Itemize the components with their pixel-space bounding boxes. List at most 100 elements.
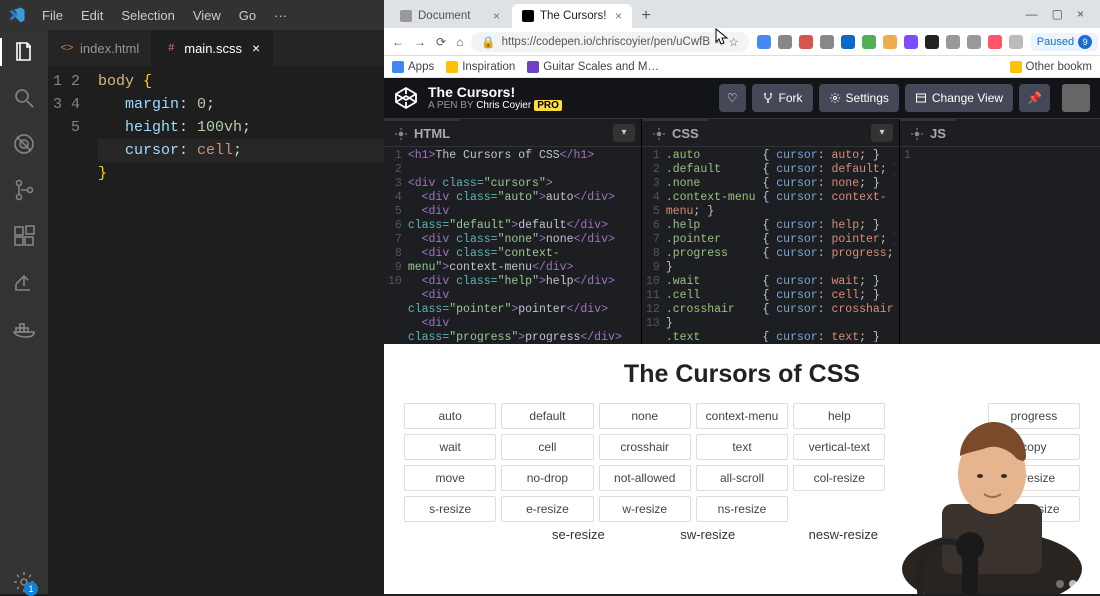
menu-more[interactable]: ··· bbox=[266, 6, 295, 25]
vscode-window: File Edit Selection View Go ··· 1 <>inde… bbox=[0, 0, 384, 594]
star-icon[interactable]: ☆ bbox=[728, 35, 738, 49]
gear-icon[interactable] bbox=[652, 127, 666, 141]
bookmark-other[interactable]: Other bookm bbox=[1010, 61, 1092, 73]
cursor-cell[interactable]: w-resize bbox=[599, 496, 691, 522]
heart-button[interactable]: ♡ bbox=[719, 84, 746, 112]
css-editor[interactable]: 1 2 3 4 5 6 7 8 9 10 11 12 13 .auto { cu… bbox=[642, 147, 899, 344]
extensions-icon[interactable] bbox=[12, 224, 36, 248]
scan-icon[interactable]: ⌕ bbox=[716, 35, 722, 48]
url-input[interactable]: 🔒 https://codepen.io/chriscoyier/pen/uCw… bbox=[471, 32, 748, 52]
cursor-cell[interactable]: n-resize bbox=[988, 465, 1080, 491]
menu-edit[interactable]: Edit bbox=[73, 6, 111, 25]
extension-icon[interactable] bbox=[904, 35, 918, 49]
chrome-tab-cursors[interactable]: The Cursors!× bbox=[512, 4, 632, 28]
change-view-button[interactable]: Change View bbox=[905, 84, 1013, 112]
gear-icon[interactable] bbox=[394, 127, 408, 141]
js-editor[interactable]: 1 bbox=[900, 147, 1100, 344]
source-control-icon[interactable] bbox=[12, 178, 36, 202]
extension-icon[interactable] bbox=[1009, 35, 1023, 49]
cursor-cell[interactable]: wait bbox=[404, 434, 496, 460]
extension-icon[interactable] bbox=[946, 35, 960, 49]
menu-view[interactable]: View bbox=[185, 6, 229, 25]
chevron-down-icon[interactable]: ▾ bbox=[871, 124, 893, 142]
maximize-button[interactable]: ▢ bbox=[1052, 7, 1063, 21]
extension-icon[interactable] bbox=[988, 35, 1002, 49]
menu-file[interactable]: File bbox=[34, 6, 71, 25]
extension-icon[interactable] bbox=[841, 35, 855, 49]
cursor-cell[interactable]: progress bbox=[988, 403, 1080, 429]
cursor-cell[interactable]: context-menu bbox=[696, 403, 788, 429]
pin-button[interactable]: 📌 bbox=[1019, 84, 1050, 112]
extension-icon[interactable] bbox=[820, 35, 834, 49]
cursor-cell[interactable]: cell bbox=[501, 434, 593, 460]
chrome-tab-document[interactable]: Document× bbox=[390, 4, 510, 28]
home-button[interactable]: ⌂ bbox=[456, 35, 463, 49]
pen-title: The Cursors! bbox=[428, 85, 562, 100]
cursor-cell[interactable]: nesw-resize bbox=[809, 527, 932, 542]
bookmark-apps[interactable]: Apps bbox=[392, 61, 434, 73]
gear-icon[interactable] bbox=[910, 127, 924, 141]
close-button[interactable]: × bbox=[1077, 7, 1084, 21]
search-icon[interactable] bbox=[12, 86, 36, 110]
cursor-cell[interactable]: ns-resize bbox=[696, 496, 788, 522]
extension-icon[interactable] bbox=[778, 35, 792, 49]
extension-icon[interactable] bbox=[799, 35, 813, 49]
new-tab-button[interactable]: + bbox=[634, 4, 658, 28]
close-icon[interactable]: × bbox=[615, 9, 622, 23]
cursor-cell[interactable]: help bbox=[793, 403, 885, 429]
extension-icon[interactable] bbox=[925, 35, 939, 49]
cursor-cell[interactable]: sw-resize bbox=[680, 527, 803, 542]
cursor-cell[interactable]: se-resize bbox=[552, 527, 675, 542]
cursor-grid: auto default none context-menu help prog… bbox=[404, 403, 1080, 522]
bookmark-guitar[interactable]: Guitar Scales and M… bbox=[527, 61, 659, 73]
profile-paused-badge[interactable]: Paused9 bbox=[1031, 33, 1098, 51]
cursor-cell[interactable]: all-scroll bbox=[696, 465, 788, 491]
chevron-down-icon[interactable]: ▾ bbox=[613, 124, 635, 142]
extension-icon[interactable] bbox=[883, 35, 897, 49]
cursor-cell[interactable]: copy bbox=[988, 434, 1080, 460]
cursor-cell[interactable]: col-resize bbox=[793, 465, 885, 491]
cursor-cell[interactable]: s-resize bbox=[404, 496, 496, 522]
gear-icon bbox=[829, 92, 841, 104]
cursor-cell[interactable]: e-resize bbox=[501, 496, 593, 522]
cursor-cell[interactable]: no-drop bbox=[501, 465, 593, 491]
minimize-button[interactable]: — bbox=[1026, 7, 1038, 21]
extension-icon[interactable] bbox=[967, 35, 981, 49]
cursor-cell[interactable]: vertical-text bbox=[793, 434, 885, 460]
reload-button[interactable]: ⟳ bbox=[436, 35, 446, 49]
user-avatar[interactable] bbox=[1062, 84, 1090, 112]
html-editor[interactable]: 1 2 3 4 5 6 7 8 9 10 <h1>The Cursors of … bbox=[384, 147, 641, 344]
close-icon[interactable]: × bbox=[493, 9, 500, 23]
extension-icon[interactable] bbox=[862, 35, 876, 49]
tab-main-scss[interactable]: #main.scss× bbox=[152, 30, 273, 66]
docker-icon[interactable] bbox=[12, 316, 36, 340]
cursor-cell[interactable]: not-allowed bbox=[599, 465, 691, 491]
code-content[interactable]: body { margin: 0; height: 100vh; cursor:… bbox=[98, 70, 384, 594]
menu-selection[interactable]: Selection bbox=[113, 6, 182, 25]
menu-go[interactable]: Go bbox=[231, 6, 264, 25]
output-title: The Cursors of CSS bbox=[404, 360, 1080, 389]
fork-icon bbox=[762, 92, 774, 104]
forward-button[interactable]: → bbox=[414, 35, 426, 49]
share-icon[interactable] bbox=[12, 270, 36, 294]
cursor-cell[interactable]: nw-resize bbox=[988, 496, 1080, 522]
settings-gear-icon[interactable]: 1 bbox=[12, 570, 36, 594]
cursor-cell[interactable]: move bbox=[404, 465, 496, 491]
cursor-cell[interactable]: crosshair bbox=[599, 434, 691, 460]
tab-index-html[interactable]: <>index.html bbox=[48, 30, 152, 66]
cursor-cell[interactable]: text bbox=[696, 434, 788, 460]
debug-disabled-icon[interactable] bbox=[12, 132, 36, 156]
code-editor[interactable]: 1 2 3 4 5 body { margin: 0; height: 100v… bbox=[48, 66, 384, 594]
cursor-cell[interactable]: default bbox=[501, 403, 593, 429]
cursor-cell[interactable]: none bbox=[599, 403, 691, 429]
chrome-window: Document× The Cursors!× + — ▢ × ← → ⟳ ⌂ … bbox=[384, 0, 1100, 594]
settings-button[interactable]: Settings bbox=[819, 84, 899, 112]
fork-button[interactable]: Fork bbox=[752, 84, 813, 112]
explorer-icon[interactable] bbox=[12, 40, 36, 64]
cursor-cell[interactable]: auto bbox=[404, 403, 496, 429]
favicon-icon bbox=[522, 10, 534, 22]
bookmark-inspiration[interactable]: Inspiration bbox=[446, 61, 515, 73]
back-button[interactable]: ← bbox=[392, 35, 404, 49]
extension-icon[interactable] bbox=[757, 35, 771, 49]
close-icon[interactable]: × bbox=[252, 40, 260, 56]
